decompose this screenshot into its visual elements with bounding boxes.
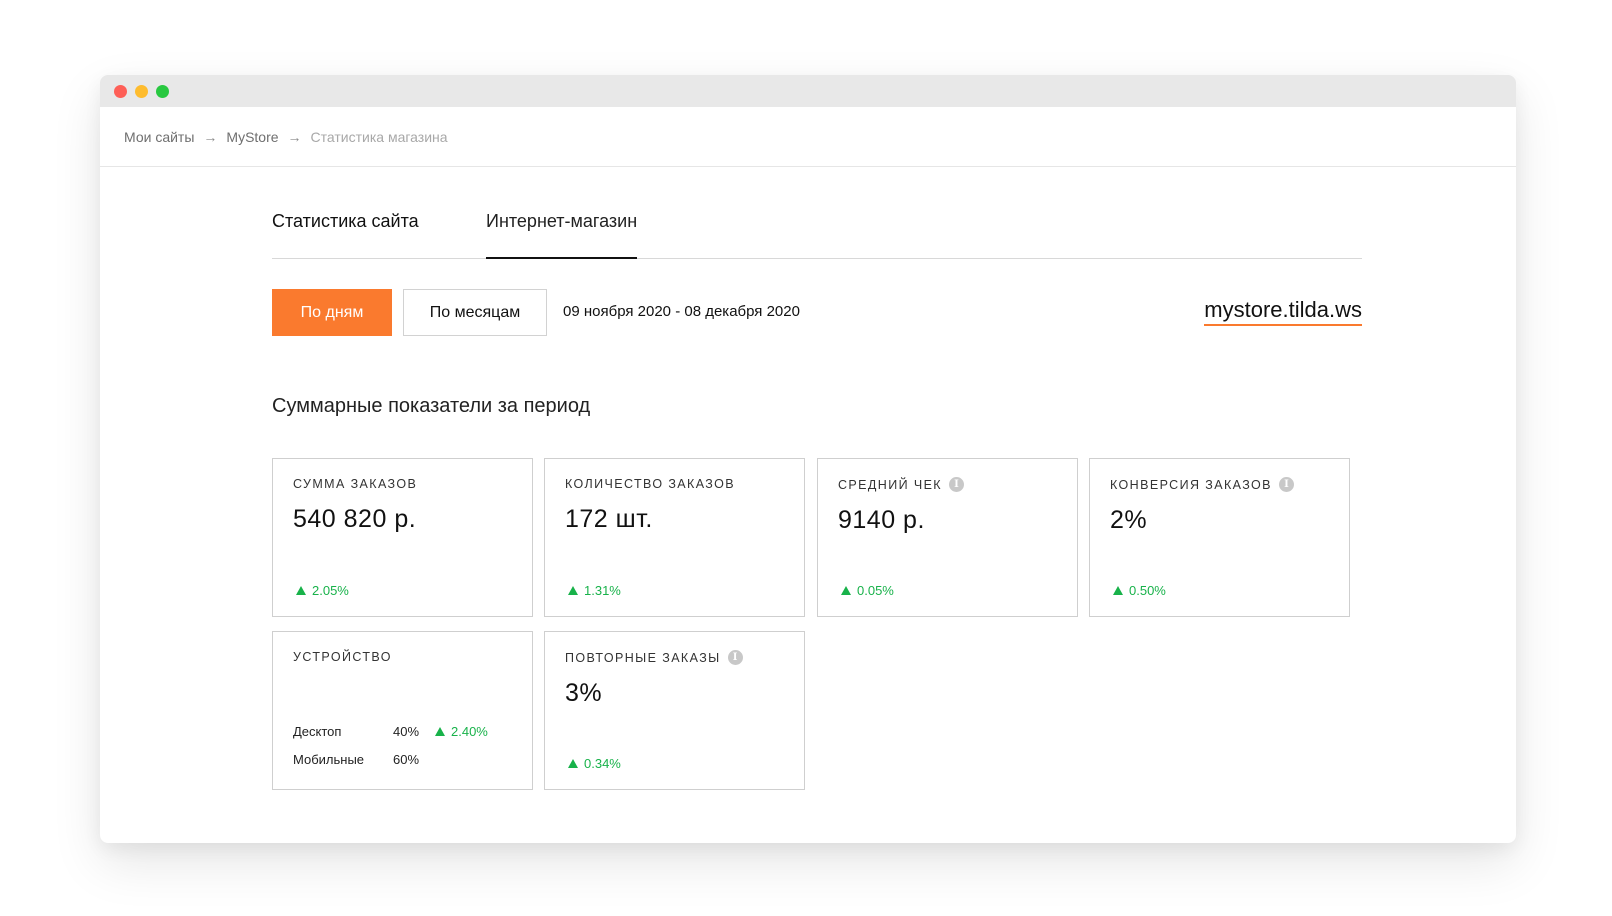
device-change: 2.40%: [435, 724, 488, 739]
card-change-value: 1.31%: [584, 583, 621, 598]
card-label: Средний чек i: [838, 477, 1057, 492]
section-title: Суммарные показатели за период: [272, 395, 591, 417]
arrow-up-icon: [296, 586, 306, 595]
device-percent: 40%: [393, 723, 420, 739]
breadcrumb-current: Статистика магазина: [310, 128, 448, 145]
card-label: Конверсия заказов i: [1110, 477, 1329, 492]
card-label: Повторные заказы i: [565, 650, 784, 665]
card-value: 540 820 р.: [293, 505, 417, 533]
period-controls: По дням По месяцам 09 ноября 2020 - 08 д…: [272, 289, 1362, 367]
arrow-up-icon: [841, 586, 851, 595]
device-name: Десктоп: [293, 723, 342, 739]
arrow-up-icon: [568, 586, 578, 595]
card-change: 0.05%: [841, 583, 894, 598]
card-change: 0.34%: [568, 756, 621, 771]
device-row-desktop: Десктоп 40% 2.40%: [293, 717, 488, 745]
arrow-up-icon: [435, 726, 445, 736]
device-name: Мобильные: [293, 751, 365, 767]
browser-window: Мои сайты → MyStore → Статистика магазин…: [100, 75, 1516, 843]
card-label: Количество заказов: [565, 477, 784, 491]
date-range-label[interactable]: 09 ноября 2020 - 08 декабря 2020: [563, 303, 800, 320]
metrics-cards: Сумма заказов 540 820 р. 2.05% Количеств…: [272, 458, 1362, 798]
by-days-button[interactable]: По дням: [272, 289, 392, 336]
maximize-window-button[interactable]: [156, 84, 169, 98]
tab-online-store[interactable]: Интернет-магазин: [486, 211, 637, 232]
info-icon[interactable]: i: [1278, 477, 1294, 492]
breadcrumb-separator: →: [203, 128, 218, 145]
card-device: Устройство Десктоп 40% 2.40% Мобильные 6…: [272, 631, 533, 790]
card-label-text: Количество заказов: [565, 477, 735, 491]
card-orders-sum: Сумма заказов 540 820 р. 2.05%: [272, 458, 533, 617]
card-change-value: 0.05%: [857, 583, 894, 598]
breadcrumb-mystore[interactable]: MyStore: [226, 129, 278, 145]
window-titlebar: [100, 75, 1516, 107]
info-icon[interactable]: i: [949, 477, 964, 492]
card-change-value: 0.34%: [584, 756, 621, 771]
card-change-value: 0.50%: [1129, 583, 1166, 598]
main-content: Статистика сайта Интернет-магазин По дня…: [272, 167, 1362, 798]
minimize-window-button[interactable]: [135, 84, 148, 98]
card-repeat-orders: Повторные заказы i 3% 0.34%: [544, 631, 805, 790]
store-domain-link[interactable]: mystore.tilda.ws: [1204, 297, 1362, 326]
card-value: 9140 р.: [838, 506, 925, 534]
card-label-text: Конверсия заказов: [1110, 477, 1272, 492]
breadcrumb: Мои сайты → MyStore → Статистика магазин…: [100, 107, 1516, 167]
card-label: Сумма заказов: [293, 477, 512, 491]
card-change: 2.05%: [296, 583, 349, 598]
card-label-text: Повторные заказы: [565, 650, 721, 665]
breadcrumb-my-sites[interactable]: Мои сайты: [124, 129, 194, 145]
active-tab-indicator: [486, 257, 637, 259]
card-change-value: 2.05%: [312, 583, 349, 598]
device-change-value: 2.40%: [451, 723, 488, 739]
device-row-mobile: Мобильные 60%: [293, 745, 488, 773]
card-value: 172 шт.: [565, 505, 653, 533]
card-label-text: Средний чек: [838, 477, 942, 492]
card-change: 1.31%: [568, 583, 621, 598]
card-change: 0.50%: [1113, 583, 1166, 598]
card-conversion: Конверсия заказов i 2% 0.50%: [1089, 458, 1350, 617]
arrow-up-icon: [1113, 586, 1123, 595]
device-list: Десктоп 40% 2.40% Мобильные 60%: [293, 717, 488, 773]
breadcrumb-separator: →: [287, 128, 302, 145]
by-months-button[interactable]: По месяцам: [403, 289, 547, 336]
close-window-button[interactable]: [114, 84, 127, 98]
card-label-text: Сумма заказов: [293, 477, 418, 491]
info-icon[interactable]: i: [727, 650, 743, 665]
tabs-bar: Статистика сайта Интернет-магазин: [272, 167, 1362, 259]
card-label-text: Устройство: [293, 650, 392, 664]
device-percent: 60%: [393, 751, 420, 767]
arrow-up-icon: [568, 759, 578, 768]
card-orders-count: Количество заказов 172 шт. 1.31%: [544, 458, 805, 617]
card-value: 3%: [565, 679, 603, 707]
card-average-check: Средний чек i 9140 р. 0.05%: [817, 458, 1078, 617]
card-label: Устройство: [293, 650, 512, 664]
tab-site-statistics[interactable]: Статистика сайта: [272, 211, 419, 232]
card-value: 2%: [1110, 506, 1148, 534]
